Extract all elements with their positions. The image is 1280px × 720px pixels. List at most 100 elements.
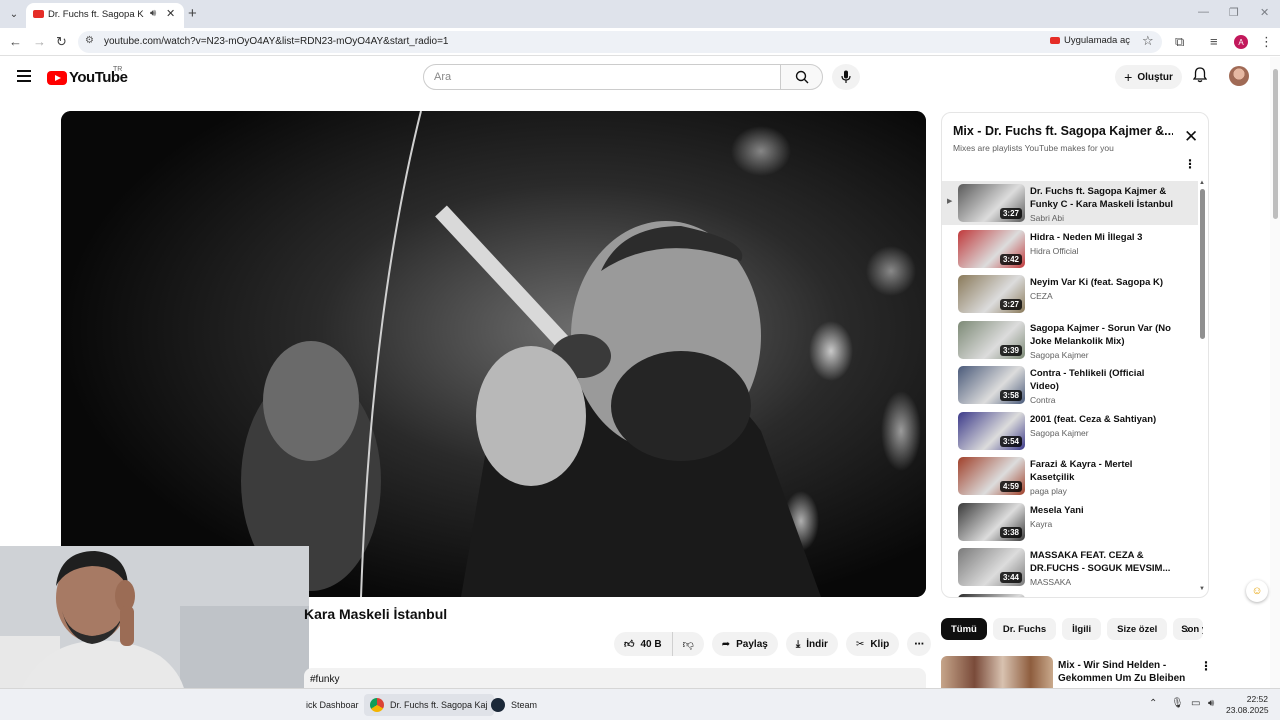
like-button[interactable]: 👍︎ 40 B [614,632,673,656]
taskbar-item-dashboard[interactable]: ick Dashboar [300,694,365,716]
search-input[interactable] [434,71,764,83]
microphone-icon [841,70,851,83]
new-tab-icon[interactable]: + [188,5,197,22]
playlist-item-channel: MASSAKA [1030,577,1072,587]
playlist-thumbnail[interactable]: 3:42 [958,229,1025,268]
taskbar-item-steam[interactable]: Steam [485,694,543,716]
playlist-thumbnail[interactable]: 3:58 [958,366,1025,404]
youtube-favicon-icon [33,10,44,18]
playlist-thumbnail[interactable] [958,593,1025,597]
clip-button[interactable]: ✂ Klip [845,632,900,656]
recommended-menu-icon[interactable]: ⋮ [1200,659,1212,673]
taskbar-clock[interactable]: 22:52 23.08.2025 [1226,694,1269,716]
playlist-thumbnail[interactable]: 4:59 [958,457,1025,495]
hashtag[interactable]: #funky [310,674,339,685]
tab-title: Dr. Fuchs ft. Sagopa Kajmer [48,9,144,20]
tab-close-icon[interactable]: ✕ [166,7,175,20]
recommended-thumbnail[interactable] [941,656,1053,688]
playlist-item[interactable]: 3:44 MASSAKA FEAT. CEZA & DR.FUCHS - SOGU… [942,545,1198,589]
playlist-menu-icon[interactable]: ⋮ [1184,157,1196,171]
tray-microphone-icon[interactable]: 🎙︎ [1171,698,1184,709]
hamburger-menu-icon[interactable] [17,70,31,82]
tray-display-icon[interactable]: ▭ [1191,698,1200,709]
playlist-item[interactable]: 3:58 Contra - Tehlikeli (Official Video) C… [942,363,1198,407]
region-code: TR [113,66,123,73]
playlist-scrollbar[interactable]: ▲ ▼ [1198,180,1206,592]
speaker-icon[interactable]: 🔊︎ [150,8,156,19]
share-label: Paylaş [736,638,768,650]
playlist-close-icon[interactable]: ✕ [1184,127,1198,147]
playlist-item[interactable]: 3:42 Hidra - Neden Mi İllegal 3 Hidra Offi… [942,227,1198,271]
thumbs-down-icon: 👎︎ [682,638,694,651]
duration-badge: 3:44 [999,572,1022,583]
open-in-app-button[interactable]: Uygulamada aç [1050,35,1130,46]
url-text[interactable]: youtube.com/watch?v=N23-mOyO4AY&list=RDN… [104,36,449,47]
reload-icon[interactable]: ↻ [56,34,67,50]
create-button[interactable]: + Oluştur [1115,65,1182,89]
page-scroll-thumb[interactable] [1273,69,1278,219]
search-button[interactable] [780,64,823,90]
playlist-item-title: Mesela Yani [1030,504,1084,516]
site-info-icon[interactable]: ⚙ [85,35,94,46]
chevron-right-icon[interactable]: › [1186,622,1190,636]
playlist-item[interactable]: 3:39 Sagopa Kajmer - Sorun Var (No Joke M… [942,318,1198,362]
forward-icon[interactable]: → [33,34,46,49]
playlist-item[interactable]: No.1 - Tekel Mavisi | Official [942,591,1198,597]
extensions-icon[interactable]: ⧉ [1175,34,1184,50]
tray-chevron-icon[interactable]: ⌃ [1149,698,1157,709]
duration-badge: 3:38 [999,526,1022,538]
minimize-icon[interactable]: — [1198,6,1209,18]
dislike-button[interactable]: 👎︎ [673,632,704,656]
download-button[interactable]: ⤓ İndir [785,632,838,656]
more-actions-button[interactable]: ⋯ [907,632,932,656]
playlist-item[interactable]: 3:27 Neyim Var Ki (feat. Sagopa K) CEZA [942,272,1198,316]
playlist-scroll-thumb[interactable] [1200,189,1205,339]
address-bar[interactable]: ⚙ youtube.com/watch?v=N23-mOyO4AY&list=R… [78,31,1162,53]
video-player[interactable] [61,111,926,597]
chip-dr-fuchs[interactable]: Dr. Fuchs [992,618,1057,640]
steam-icon [491,698,505,712]
voice-search-button[interactable] [832,64,860,90]
scroll-up-icon[interactable]: ▲ [1199,180,1205,186]
clock-date: 23.08.2025 [1226,705,1269,715]
chip-related[interactable]: İlgili [1062,618,1102,640]
scroll-down-icon[interactable]: ▼ [1199,586,1205,592]
playlist-thumbnail[interactable]: 3:39 [958,320,1025,359]
bookmark-star-icon[interactable]: ☆ [1142,33,1154,49]
playlist-item-title: Dr. Fuchs ft. Sagopa Kajmer & Funky C - … [1030,186,1174,210]
chrome-menu-icon[interactable]: ⋮ [1260,34,1273,50]
playlist-item[interactable]: ▶ 3:27 Dr. Fuchs ft. Sagopa Kajmer & Funky… [942,181,1198,225]
playlist-title[interactable]: Mix - Dr. Fuchs ft. Sagopa Kajmer &... [953,124,1173,138]
notifications-bell-icon[interactable] [1192,67,1208,86]
media-controls-icon[interactable]: ≡ [1210,34,1218,49]
playlist-thumbnail[interactable]: 3:38 [958,502,1025,541]
profile-avatar[interactable]: A [1234,35,1248,49]
playlist-item[interactable]: 3:54 2001 (feat. Ceza & Sahtiyan) Sagopa K… [942,409,1198,453]
chip-all[interactable]: Tümü [941,618,987,640]
playlist-thumbnail[interactable]: 3:27 [958,184,1025,222]
playlist-item[interactable]: 3:38 Mesela Yani Kayra [942,500,1198,544]
playlist-thumbnail[interactable]: 3:54 [958,411,1025,450]
back-icon[interactable]: ← [9,34,22,49]
playlist-thumbnail[interactable]: 3:27 [958,275,1025,313]
window-close-icon[interactable]: ✕ [1260,6,1269,19]
account-avatar[interactable] [1229,66,1249,86]
playlist-item-title: Contra - Tehlikeli (Official Video) [1030,368,1145,392]
playlist-thumbnail[interactable]: 3:44 [958,548,1025,586]
chip-for-you[interactable]: Size özel [1107,618,1168,640]
playlist-item[interactable]: 4:59 Farazi & Kayra - Mertel Kasetçilik pa… [942,454,1198,498]
chrome-icon [370,698,384,712]
share-button[interactable]: ➦ Paylaş [711,632,778,656]
restore-icon[interactable]: ❐ [1229,6,1239,19]
more-icon: ⋯ [914,638,925,650]
tray-volume-icon[interactable]: 🔊︎ [1208,698,1214,709]
taskbar-item-chrome[interactable]: Dr. Fuchs ft. Sagopa Kaj [364,694,494,716]
search-box [423,64,781,90]
tab-search-button[interactable]: ⌄ [6,6,22,22]
extension-floating-icon[interactable]: ☺ [1246,580,1268,602]
scissors-icon: ✂ [855,638,865,650]
page-scrollbar[interactable] [1270,57,1280,688]
playlist-item-channel: Hidra Official [1030,245,1079,256]
playlist-item-title: 2001 (feat. Ceza & Sahtiyan) [1030,413,1157,425]
browser-tab-active[interactable]: Dr. Fuchs ft. Sagopa Kajmer 🔊︎ ✕ [26,3,184,28]
